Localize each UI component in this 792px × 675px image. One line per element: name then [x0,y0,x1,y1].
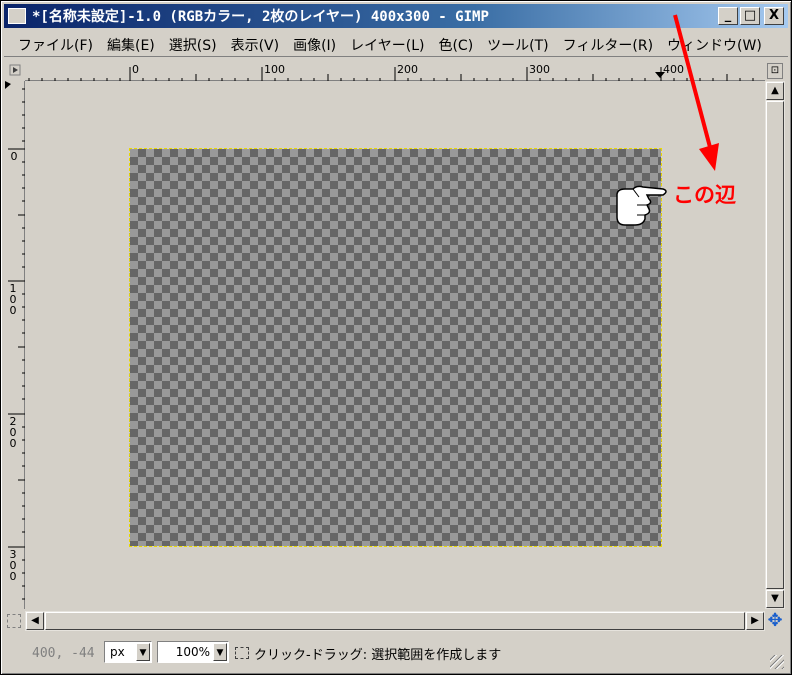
image-canvas[interactable] [129,148,662,547]
hruler-label-100: 100 [264,63,285,76]
maximize-button[interactable]: □ [740,7,760,25]
hand-pointer-icon [616,185,667,226]
chevron-down-icon[interactable]: ▼ [136,643,150,661]
hruler-label-0: 0 [132,63,139,76]
close-button[interactable]: X [764,7,784,25]
pointer-coordinates: 400, -44 [32,646,95,661]
zoom-corner-icon[interactable]: ⊡ [767,63,783,79]
menu-layer[interactable]: レイヤー(L) [350,35,424,55]
vertical-scrollbar[interactable]: ▲ ▼ [765,81,785,609]
gimp-window: *[名称未設定]-1.0 (RGBカラー, 2枚のレイヤー) 400x300 -… [0,0,792,675]
hruler-label-300: 300 [529,63,550,76]
zoom-value: 100% [175,645,210,659]
unit-value: px [110,645,125,659]
annotation-arrow-icon [673,14,719,171]
annotation-label: この辺 [673,183,736,207]
horizontal-ruler[interactable]: 0 100 200 300 400 [25,61,765,81]
vertical-scroll-thumb[interactable] [766,101,784,589]
scroll-down-button[interactable]: ▼ [766,590,784,608]
scroll-left-button[interactable]: ◀ [26,612,44,630]
horizontal-scroll-thumb[interactable] [45,612,745,630]
status-bar: 400, -44 px ▼ 100% ▼ クリック-ドラッグ: 選択範囲を作成し… [4,635,788,671]
resize-grip-icon[interactable] [770,655,784,669]
hruler-label-200: 200 [397,63,418,76]
menu-tools[interactable]: ツール(T) [487,35,548,55]
chevron-down-icon[interactable]: ▼ [213,643,227,661]
menu-image[interactable]: 画像(I) [293,35,336,55]
selection-tool-icon [235,647,249,659]
ruler-corner-icon[interactable] [5,61,25,81]
menu-view[interactable]: 表示(V) [231,35,280,55]
menu-file[interactable]: ファイル(F) [18,35,93,55]
menu-colors[interactable]: 色(C) [438,35,473,55]
navigate-icon[interactable]: ✥ [765,611,785,631]
vruler-label-100: 100 [9,282,17,317]
menu-edit[interactable]: 編集(E) [107,35,155,55]
status-message: クリック-ドラッグ: 選択範囲を作成します [254,648,502,663]
scroll-up-button[interactable]: ▲ [766,82,784,100]
scroll-right-button[interactable]: ▶ [746,612,764,630]
horizontal-scrollbar[interactable]: ◀ ▶ [25,611,765,631]
menu-filters[interactable]: フィルター(R) [563,35,653,55]
vertical-ruler[interactable]: 0 100 200 300 [5,81,25,609]
menu-select[interactable]: 選択(S) [169,35,217,55]
zoom-select[interactable]: 100% ▼ [157,641,229,663]
canvas-area[interactable] [25,81,765,609]
window-title: *[名称未設定]-1.0 (RGBカラー, 2枚のレイヤー) 400x300 -… [32,9,489,25]
quick-mask-icon[interactable] [7,614,21,628]
vruler-label-0: 0 [10,150,18,163]
vruler-label-200: 200 [9,415,17,450]
vruler-label-300: 300 [9,548,17,583]
app-icon [8,8,26,24]
unit-select[interactable]: px ▼ [104,641,152,663]
